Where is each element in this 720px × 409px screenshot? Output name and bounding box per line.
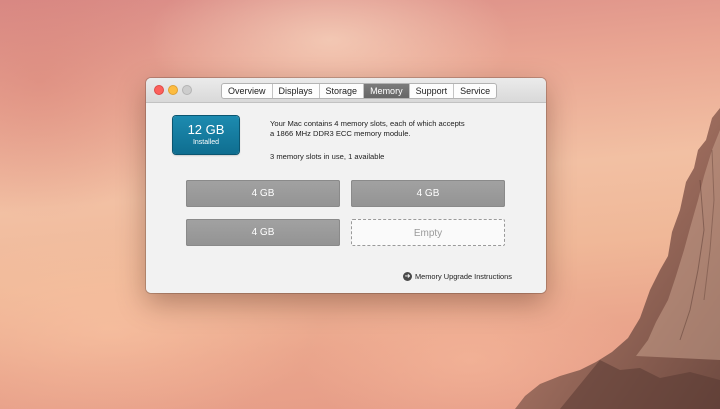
tab-memory[interactable]: Memory [363,84,409,98]
tab-bar: Overview Displays Storage Memory Support… [221,83,498,99]
memory-slot-2[interactable]: 4 GB [351,180,505,207]
memory-panel: 12 GB Installed Your Mac contains 4 memo… [146,103,546,293]
memory-upgrade-instructions-link[interactable]: ➜ Memory Upgrade Instructions [403,272,512,281]
installed-label: Installed [192,139,220,146]
desktop: Overview Displays Storage Memory Support… [0,0,720,409]
arrow-right-circle-icon: ➜ [403,272,412,281]
window-titlebar[interactable]: Overview Displays Storage Memory Support… [146,78,546,103]
zoom-button[interactable] [182,85,192,95]
tab-storage[interactable]: Storage [318,84,364,98]
installed-memory-badge: 12 GB Installed [173,116,239,154]
close-button[interactable] [154,85,164,95]
installed-amount: 12 GB [187,122,225,137]
memory-description-line1: Your Mac contains 4 memory slots, each o… [270,119,465,128]
memory-info: Your Mac contains 4 memory slots, each o… [270,119,520,162]
tab-displays[interactable]: Displays [271,84,319,98]
memory-slot-1[interactable]: 4 GB [186,180,340,207]
memory-slot-4-empty[interactable]: Empty [351,219,505,246]
tab-support[interactable]: Support [408,84,454,98]
tab-service[interactable]: Service [453,84,496,98]
tab-overview[interactable]: Overview [222,84,272,98]
memory-description-line2: a 1866 MHz DDR3 ECC memory module. [270,129,411,138]
memory-usage-text: 3 memory slots in use, 1 available [270,152,385,161]
memory-slot-3[interactable]: 4 GB [186,219,340,246]
upgrade-link-label: Memory Upgrade Instructions [415,272,512,281]
minimize-button[interactable] [168,85,178,95]
about-this-mac-window: Overview Displays Storage Memory Support… [146,78,546,293]
